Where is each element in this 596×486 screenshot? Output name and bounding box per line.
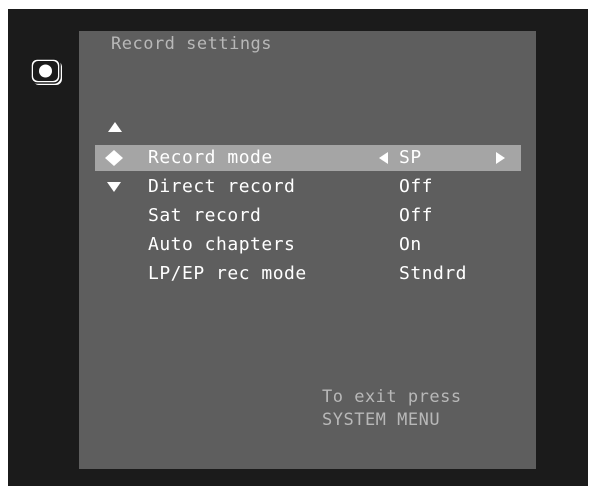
exit-hint-line-2: SYSTEM MENU (322, 410, 441, 430)
triangle-left-icon[interactable] (377, 151, 389, 165)
menu-row-label: Sat record (148, 205, 262, 226)
menu-row-label: Auto chapters (148, 234, 296, 255)
menu-row-record-mode[interactable]: Record mode SP (95, 145, 521, 171)
exit-hint-line-1: To exit press (322, 387, 462, 407)
menu-row-value: Off (399, 205, 434, 226)
menu-row-value: Off (399, 176, 434, 197)
triangle-right-icon[interactable] (495, 151, 507, 165)
diamond-icon (105, 150, 123, 166)
menu-row-value: Stndrd (399, 263, 468, 284)
menu-title: Record settings (111, 34, 273, 54)
menu-row-label: LP/EP rec mode (148, 263, 307, 284)
record-icon (30, 58, 62, 85)
menu-row-auto-chapters[interactable]: Auto chapters On (95, 232, 521, 258)
menu-row-value: On (399, 234, 422, 255)
menu-row-direct-record[interactable]: Direct record Off (95, 174, 521, 200)
menu-row-label: Direct record (148, 176, 296, 197)
menu-row-label: Record mode (148, 147, 273, 168)
exit-hint: To exit press SYSTEM MENU (322, 386, 462, 432)
menu-row-sat-record[interactable]: Sat record Off (95, 203, 521, 229)
menu-row-value: SP (399, 147, 422, 168)
menu-row-lp-ep-rec-mode[interactable]: LP/EP rec mode Stndrd (95, 261, 521, 287)
scroll-up-icon[interactable] (107, 120, 123, 134)
scroll-down-icon[interactable] (105, 179, 123, 195)
